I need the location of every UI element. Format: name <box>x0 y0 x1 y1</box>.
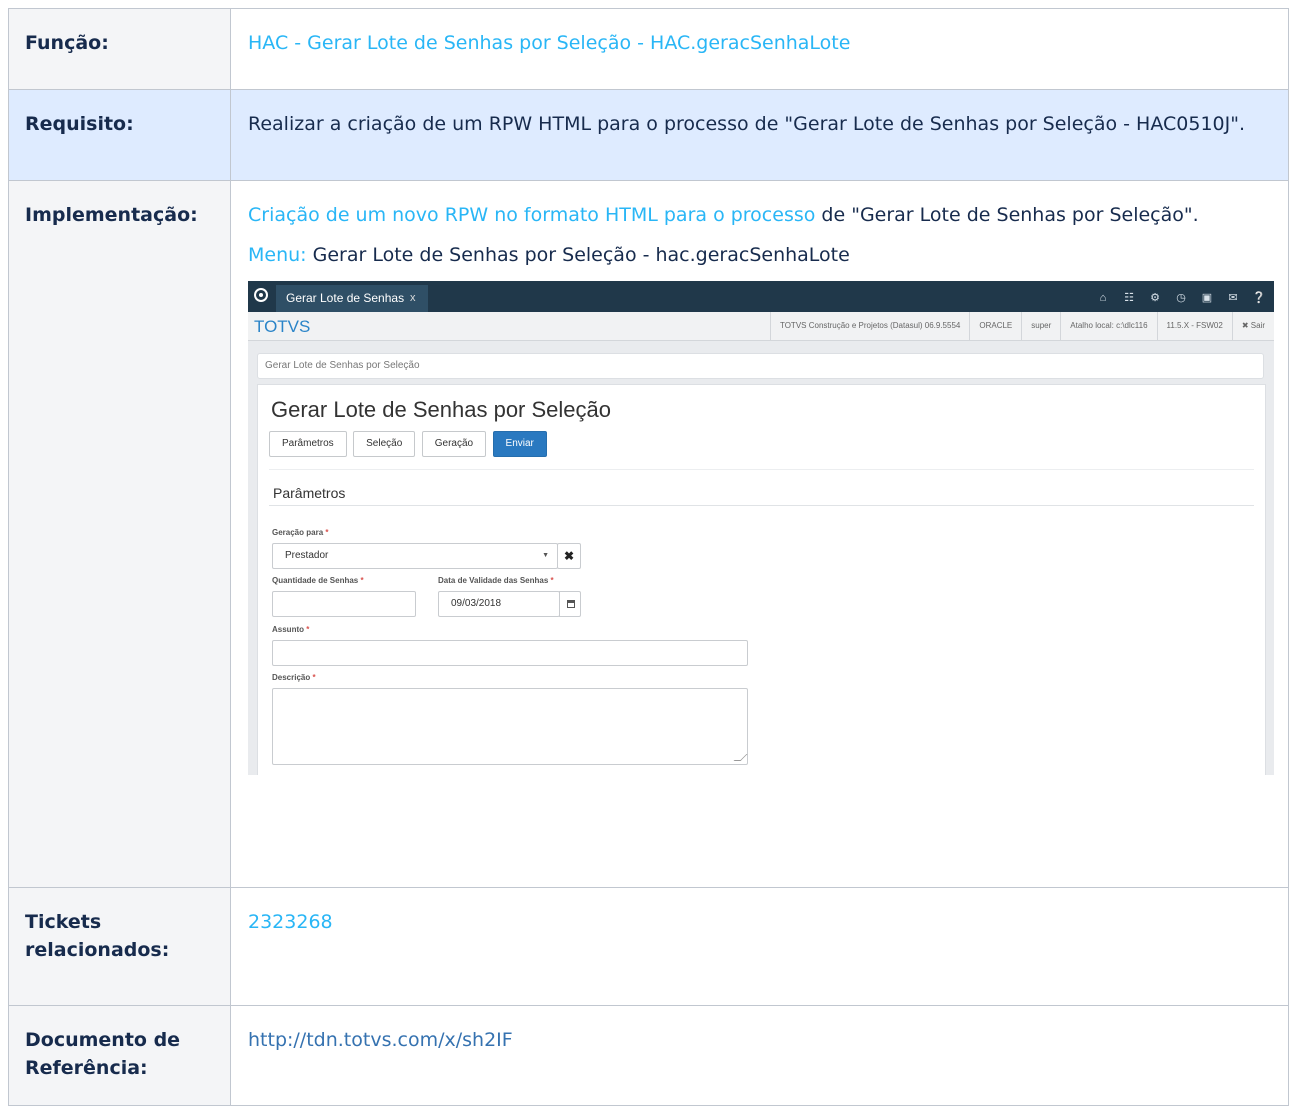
info-company: TOTVS Construção e Projetos (Datasul) 06… <box>769 312 969 340</box>
totvs-logo-icon <box>254 288 268 302</box>
info-version: 11.5.X - FSW02 <box>1156 312 1232 340</box>
row-funcao: Função: HAC - Gerar Lote de Senhas por S… <box>8 8 1289 90</box>
brand: TOTVS <box>254 317 311 336</box>
geracao-label: Geração para * <box>272 528 329 537</box>
calendar-icon[interactable] <box>559 591 581 617</box>
assunto-input[interactable] <box>272 640 748 666</box>
home-icon[interactable]: ⌂ <box>1092 292 1114 304</box>
funcao-label: Função: <box>25 32 109 54</box>
parametros-button[interactable]: Parâmetros <box>269 431 347 457</box>
descricao-label: Descrição * <box>272 673 316 682</box>
funcao-link[interactable]: HAC - Gerar Lote de Senhas por Seleção -… <box>248 32 850 54</box>
implementacao-text: Criação de um novo RPW no formato HTML p… <box>248 204 1199 226</box>
assunto-label: Assunto * <box>272 625 310 634</box>
main-panel: Gerar Lote de Senhas por Seleção Parâmet… <box>257 384 1266 775</box>
app-topbar: Gerar Lote de Senhas x ⌂ ☷ ⚙ ◷ ▣ ✉ ❔ <box>248 281 1274 312</box>
ticket-link[interactable]: 2323268 <box>248 911 333 933</box>
menu-line: Menu: Gerar Lote de Senhas por Seleção -… <box>248 241 1274 269</box>
resize-grip-icon[interactable] <box>733 754 748 761</box>
implementacao-link[interactable]: Criação de um novo RPW no formato HTML p… <box>248 204 815 226</box>
documentation-table: Função: HAC - Gerar Lote de Senhas por S… <box>8 8 1289 1106</box>
geracao-button[interactable]: Geração <box>421 431 487 457</box>
geracao-value: Prestador <box>285 550 329 561</box>
menu-value: Gerar Lote de Senhas por Seleção - hac.g… <box>306 244 850 266</box>
selecao-button[interactable]: Seleção <box>353 431 416 457</box>
row-tickets: Tickets relacionados: 2323268 <box>8 887 1289 1006</box>
help-icon[interactable]: ❔ <box>1248 291 1270 304</box>
requisito-text: Realizar a criação de um RPW HTML para o… <box>248 113 1245 135</box>
breadcrumb[interactable]: Gerar Lote de Senhas por Seleção <box>257 353 1264 379</box>
info-db: ORACLE <box>969 312 1021 340</box>
quantidade-input[interactable] <box>272 591 416 617</box>
row-implementacao: Implementação: Criação de um novo RPW no… <box>8 180 1289 888</box>
data-validade-input[interactable]: 09/03/2018 <box>438 591 560 617</box>
divider <box>269 469 1254 470</box>
document-icon[interactable]: ▣ <box>1196 291 1218 304</box>
documento-label: Documento de Referência: <box>25 1029 181 1079</box>
sitemap-icon[interactable]: ☷ <box>1118 291 1140 304</box>
requisito-label: Requisito: <box>25 113 134 135</box>
data-validade-label: Data de Validade das Senhas * <box>438 576 554 585</box>
logout-link[interactable]: ✖ Sair <box>1231 312 1274 340</box>
step-buttons: Parâmetros Seleção Geração Enviar <box>269 431 549 457</box>
implementacao-label: Implementação: <box>25 204 198 226</box>
page-title: Gerar Lote de Senhas por Seleção <box>271 397 612 422</box>
tab-close-icon[interactable]: x <box>410 285 416 312</box>
tickets-label: Tickets relacionados: <box>25 911 170 961</box>
clock-icon[interactable]: ◷ <box>1170 291 1192 304</box>
app-screenshot: Gerar Lote de Senhas x ⌂ ☷ ⚙ ◷ ▣ ✉ ❔ TOTVS TOT… <box>248 281 1274 775</box>
top-icon-bar: ⌂ ☷ ⚙ ◷ ▣ ✉ ❔ <box>1088 288 1270 306</box>
info-bar: TOTVS Construção e Projetos (Datasul) 06… <box>769 312 1274 340</box>
clear-icon[interactable]: ✖ <box>557 543 581 569</box>
info-user: super <box>1021 312 1060 340</box>
mail-icon[interactable]: ✉ <box>1222 291 1244 304</box>
tab-label: Gerar Lote de Senhas <box>286 291 405 305</box>
gear-icon[interactable]: ⚙ <box>1144 291 1166 304</box>
descricao-textarea[interactable] <box>272 688 748 765</box>
chevron-down-icon: ▼ <box>542 552 549 559</box>
tab-gerar-lote[interactable]: Gerar Lote de Senhas x <box>276 285 428 312</box>
app-subbar: TOTVS TOTVS Construção e Projetos (Datas… <box>248 312 1274 341</box>
row-requisito: Requisito: Realizar a criação de um RPW … <box>8 89 1289 181</box>
enviar-button[interactable]: Enviar <box>492 431 547 457</box>
geracao-select[interactable]: Prestador ▼ <box>272 543 558 569</box>
quantidade-label: Quantidade de Senhas * <box>272 576 364 585</box>
info-shortcut: Atalho local: c:\dlc116 <box>1060 312 1156 340</box>
documento-link[interactable]: http://tdn.totvs.com/x/sh2IF <box>248 1029 513 1051</box>
menu-label: Menu: <box>248 244 307 266</box>
section-divider <box>269 505 1254 506</box>
section-title: Parâmetros <box>273 485 346 501</box>
